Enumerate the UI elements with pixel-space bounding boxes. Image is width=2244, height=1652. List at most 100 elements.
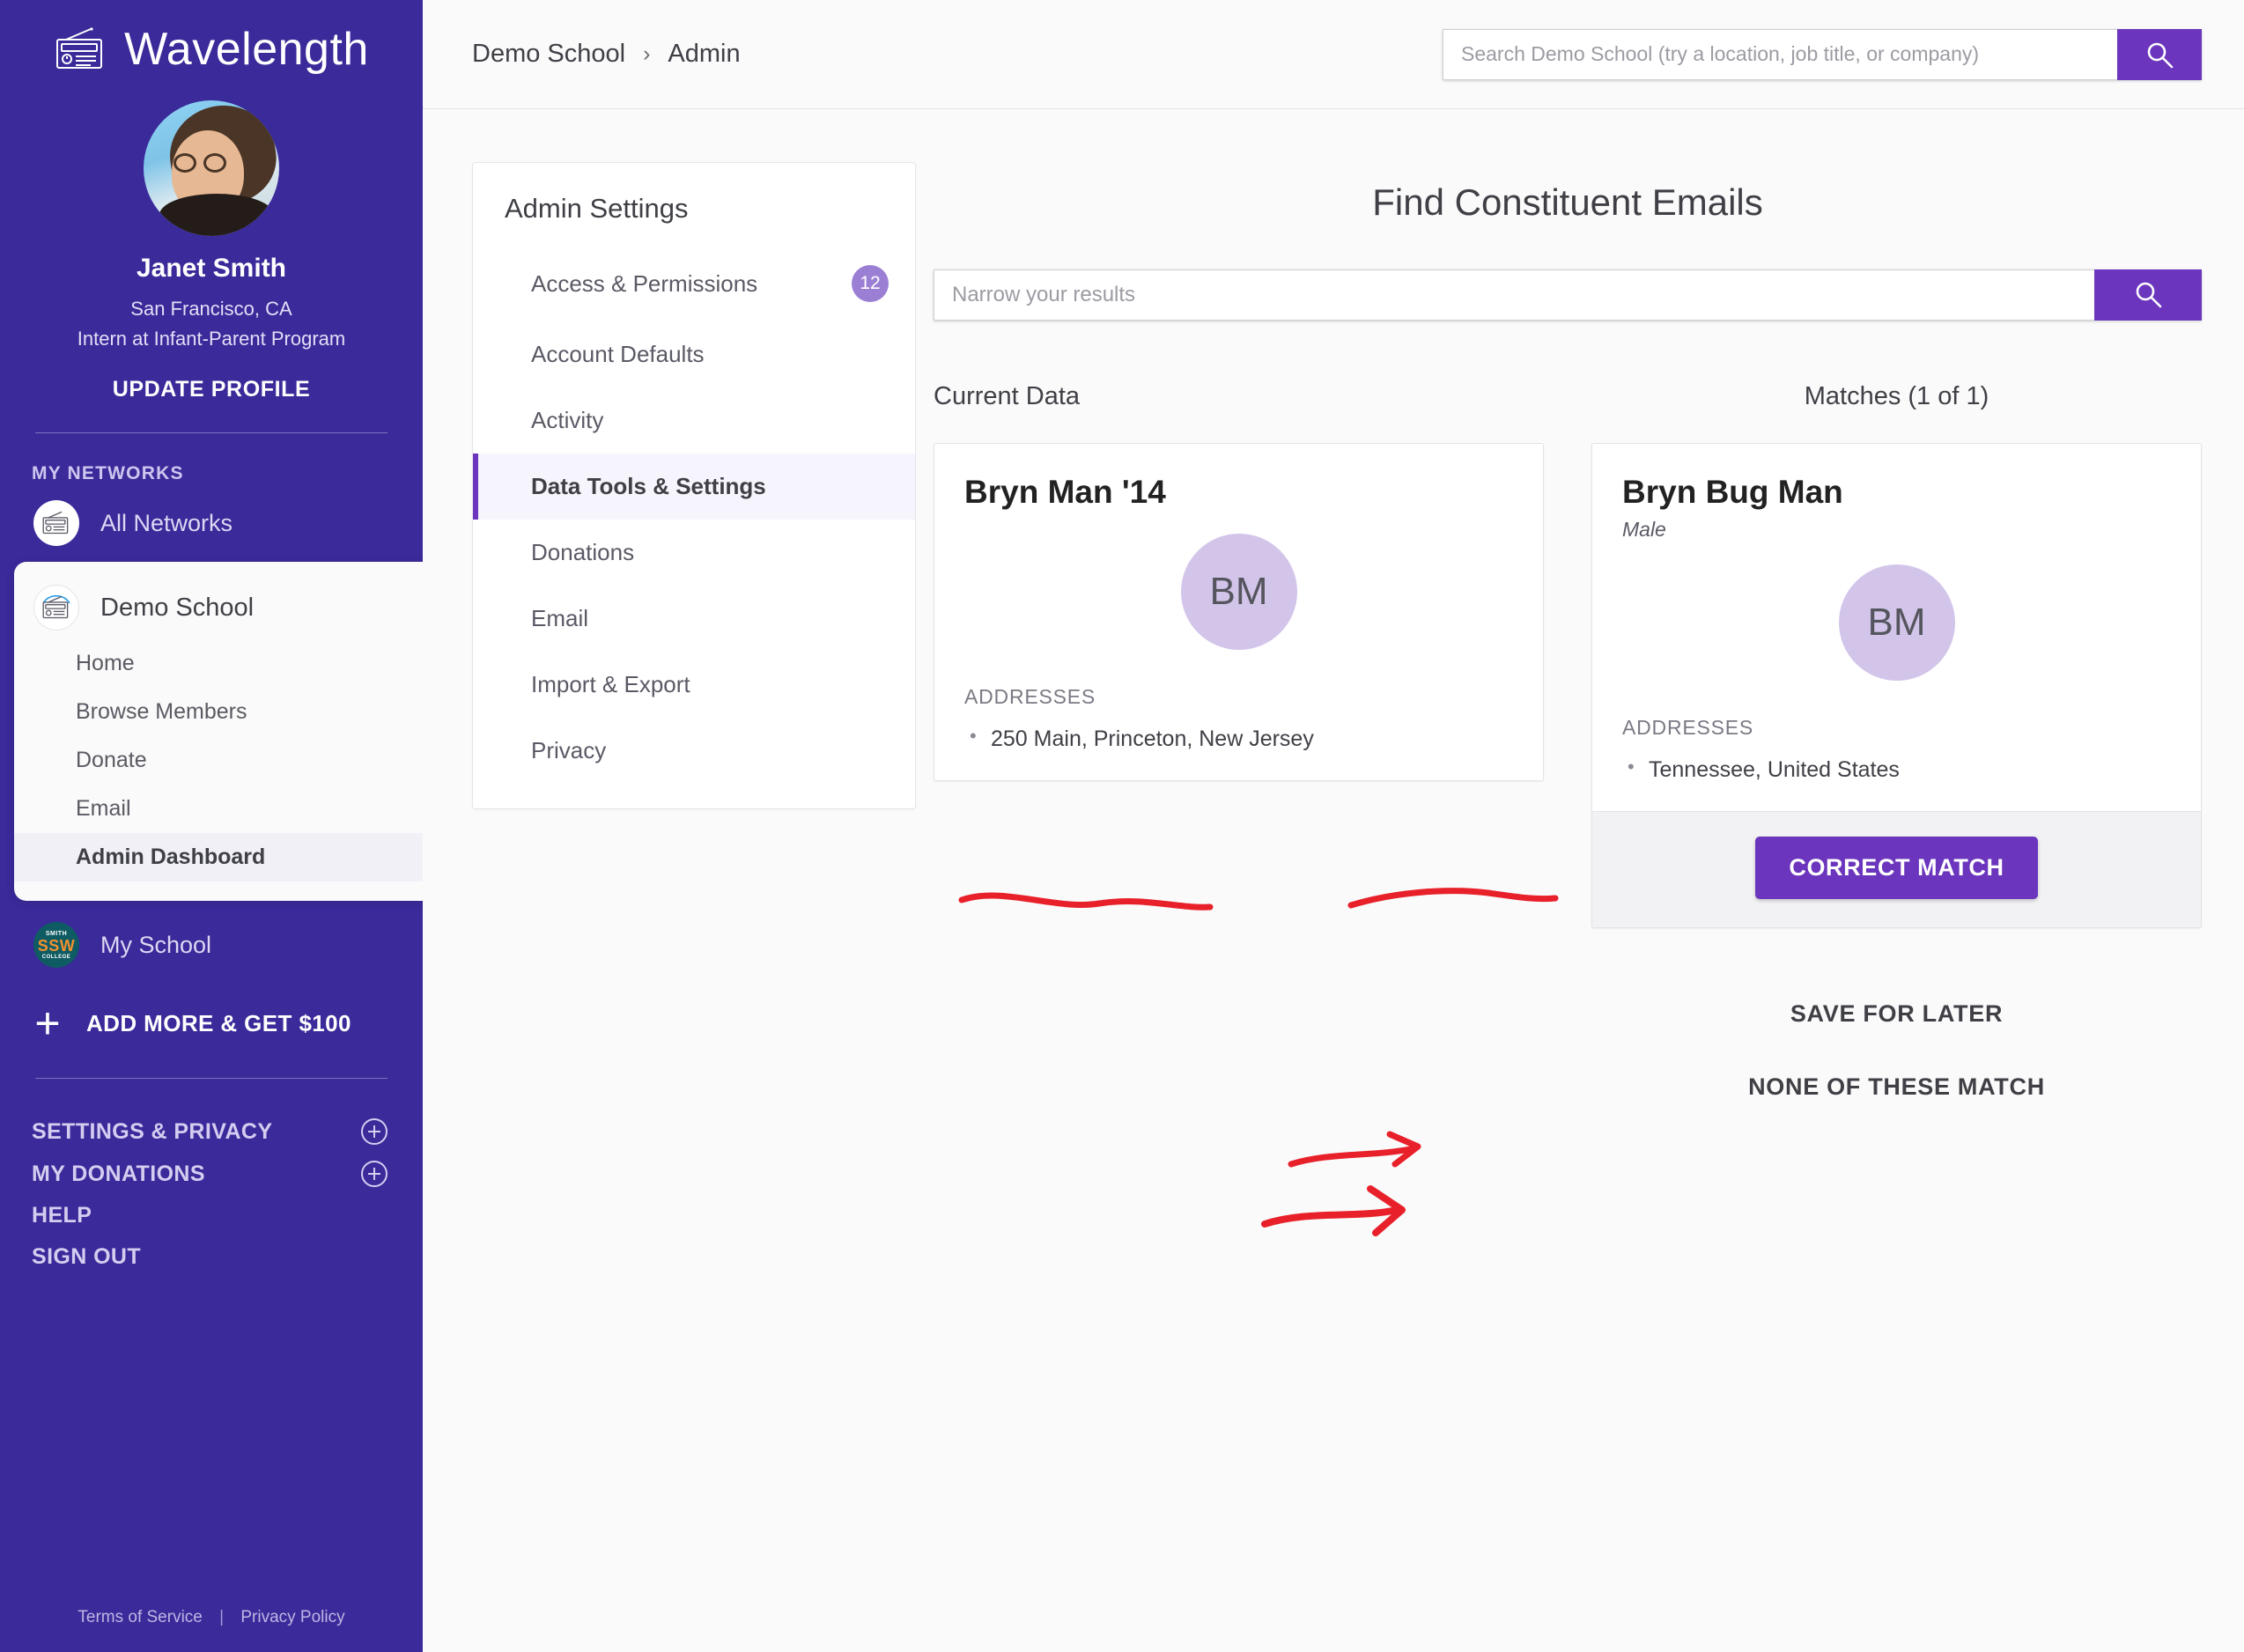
content-area: Admin Settings Access & Permissions 12 A… <box>423 109 2244 1111</box>
sidebar: Wavelength Janet Smith San Francisco, CA… <box>0 0 423 1652</box>
settings-item-label: Data Tools & Settings <box>531 473 766 500</box>
main-content: Demo School › Admin Admin Settings <box>423 0 2244 1652</box>
sidebar-item-home[interactable]: Home <box>14 639 423 688</box>
plus-circle-icon[interactable] <box>361 1118 388 1145</box>
list-item: Tennessee, United States <box>1622 757 2171 783</box>
sidebar-item-browse-members[interactable]: Browse Members <box>14 688 423 736</box>
current-data-card: Bryn Man '14 BM ADDRESSES 250 Main, Prin… <box>934 443 1544 781</box>
admin-settings-card: Admin Settings Access & Permissions 12 A… <box>472 162 916 809</box>
current-data-name: Bryn Man '14 <box>964 474 1513 511</box>
sidebar-footer-links: SETTINGS & PRIVACY MY DONATIONS HELP SIG… <box>0 1079 423 1278</box>
sidebar-item-settings-privacy[interactable]: SETTINGS & PRIVACY <box>32 1110 423 1153</box>
settings-item-activity[interactable]: Activity <box>473 387 915 454</box>
narrow-results-input[interactable] <box>934 269 2094 321</box>
sidebar-item-label: My School <box>100 932 211 959</box>
brand-name: Wavelength <box>124 26 369 72</box>
match-addresses-label: ADDRESSES <box>1622 716 2171 740</box>
settings-item-label: Email <box>531 605 588 632</box>
none-of-these-match-button[interactable]: NONE OF THESE MATCH <box>1591 1063 2202 1111</box>
breadcrumb-root[interactable]: Demo School <box>472 40 625 69</box>
sidebar-network-card-demo-school: Demo School Home Browse Members Donate E… <box>14 562 423 901</box>
terms-of-service-link[interactable]: Terms of Service <box>78 1608 202 1626</box>
match-actions: SAVE FOR LATER NONE OF THESE MATCH <box>1591 990 2202 1111</box>
global-search-button[interactable] <box>2117 29 2202 80</box>
sidebar-item-label: SIGN OUT <box>32 1244 141 1270</box>
sidebar-item-sign-out[interactable]: SIGN OUT <box>32 1236 423 1278</box>
admin-settings-title: Admin Settings <box>473 193 915 246</box>
annotation-arrow-none-of-these-match <box>1259 1171 1471 1250</box>
save-for-later-button[interactable]: SAVE FOR LATER <box>1591 990 2202 1038</box>
current-data-card-body: Bryn Man '14 BM ADDRESSES 250 Main, Prin… <box>934 444 1543 780</box>
sidebar-item-label: Demo School <box>100 594 254 623</box>
profile-location: San Francisco, CA <box>0 294 423 324</box>
match-card-body: Bryn Bug Man Male BM ADDRESSES Tennessee… <box>1592 444 2201 811</box>
avatar-initials: BM <box>1839 564 1955 681</box>
settings-item-data-tools-settings[interactable]: Data Tools & Settings <box>473 454 915 520</box>
radio-icon <box>54 27 108 71</box>
breadcrumb-current[interactable]: Admin <box>668 40 740 69</box>
settings-item-email[interactable]: Email <box>473 586 915 652</box>
status-badge: 12 <box>852 265 889 302</box>
page-title: Find Constituent Emails <box>934 181 2202 224</box>
brand[interactable]: Wavelength <box>0 0 423 72</box>
ssw-logo-bottom: COLLEGE <box>42 955 71 960</box>
legal-separator: | <box>219 1608 224 1626</box>
match-column: Find Constituent Emails Current Data <box>916 162 2244 1111</box>
sidebar-item-label: All Networks <box>100 510 233 537</box>
correct-match-button[interactable]: CORRECT MATCH <box>1755 837 2037 899</box>
plus-icon: + <box>32 1008 63 1039</box>
profile-meta: San Francisco, CA Intern at Infant-Paren… <box>0 294 423 354</box>
sidebar-item-admin-dashboard[interactable]: Admin Dashboard <box>14 833 423 881</box>
match-gender: Male <box>1622 518 2171 542</box>
chevron-right-icon: › <box>643 41 650 67</box>
app-root: Wavelength Janet Smith San Francisco, CA… <box>0 0 2244 1652</box>
match-avatar: BM <box>1622 564 2171 681</box>
narrow-results-search <box>934 269 2202 321</box>
plus-circle-icon[interactable] <box>361 1161 388 1187</box>
sidebar-item-donate[interactable]: Donate <box>14 736 423 785</box>
radio-icon <box>33 500 79 546</box>
breadcrumb: Demo School › Admin <box>472 40 741 69</box>
profile-role: Intern at Infant-Parent Program <box>0 324 423 354</box>
profile-name: Janet Smith <box>0 254 423 284</box>
matches-column: Matches (1 of 1) Bryn Bug Man Male BM AD… <box>1591 382 2202 1111</box>
sidebar-item-email[interactable]: Email <box>14 785 423 833</box>
sidebar-item-help[interactable]: HELP <box>32 1195 423 1236</box>
privacy-policy-link[interactable]: Privacy Policy <box>240 1608 344 1626</box>
my-networks-label: MY NETWORKS <box>0 433 423 484</box>
narrow-results-search-button[interactable] <box>2094 269 2202 321</box>
settings-item-label: Import & Export <box>531 671 690 698</box>
settings-item-import-export[interactable]: Import & Export <box>473 652 915 718</box>
sidebar-item-label: SETTINGS & PRIVACY <box>32 1119 272 1145</box>
topbar: Demo School › Admin <box>423 0 2244 109</box>
list-item: 250 Main, Princeton, New Jersey <box>964 726 1513 752</box>
sidebar-legal: Terms of Service | Privacy Policy <box>0 1608 423 1627</box>
add-more-button[interactable]: + ADD MORE & GET $100 <box>0 984 423 1039</box>
match-addresses: Tennessee, United States <box>1622 757 2171 783</box>
avatar-initials: BM <box>1181 534 1297 650</box>
avatar[interactable] <box>0 100 423 236</box>
global-search-input[interactable] <box>1443 29 2117 80</box>
search-icon <box>2133 279 2163 312</box>
annotation-arrow-save-for-later <box>1286 1120 1480 1191</box>
sidebar-item-my-donations[interactable]: MY DONATIONS <box>32 1153 423 1195</box>
settings-item-privacy[interactable]: Privacy <box>473 718 915 784</box>
matches-header: Matches (1 of 1) <box>1591 382 2202 411</box>
match-card-footer: CORRECT MATCH <box>1592 811 2201 927</box>
sidebar-item-all-networks[interactable]: All Networks <box>0 484 423 562</box>
current-data-column: Current Data Bryn Man '14 BM ADDRESSES 2… <box>934 382 1544 1111</box>
sidebar-item-my-school[interactable]: SMITH SSW COLLEGE My School <box>0 901 423 984</box>
settings-item-label: Account Defaults <box>531 341 705 368</box>
search-icon <box>2144 40 2174 70</box>
sidebar-item-label: MY DONATIONS <box>32 1162 205 1187</box>
update-profile-button[interactable]: UPDATE PROFILE <box>0 377 423 402</box>
current-data-header: Current Data <box>934 382 1544 411</box>
sidebar-item-demo-school[interactable]: Demo School <box>14 578 423 639</box>
settings-item-access-permissions[interactable]: Access & Permissions 12 <box>473 246 915 321</box>
settings-item-donations[interactable]: Donations <box>473 520 915 586</box>
sidebar-item-label: HELP <box>32 1203 92 1228</box>
compare-columns: Current Data Bryn Man '14 BM ADDRESSES 2… <box>934 382 2202 1111</box>
add-more-label: ADD MORE & GET $100 <box>86 1010 351 1037</box>
settings-item-account-defaults[interactable]: Account Defaults <box>473 321 915 387</box>
current-data-avatar: BM <box>964 534 1513 650</box>
